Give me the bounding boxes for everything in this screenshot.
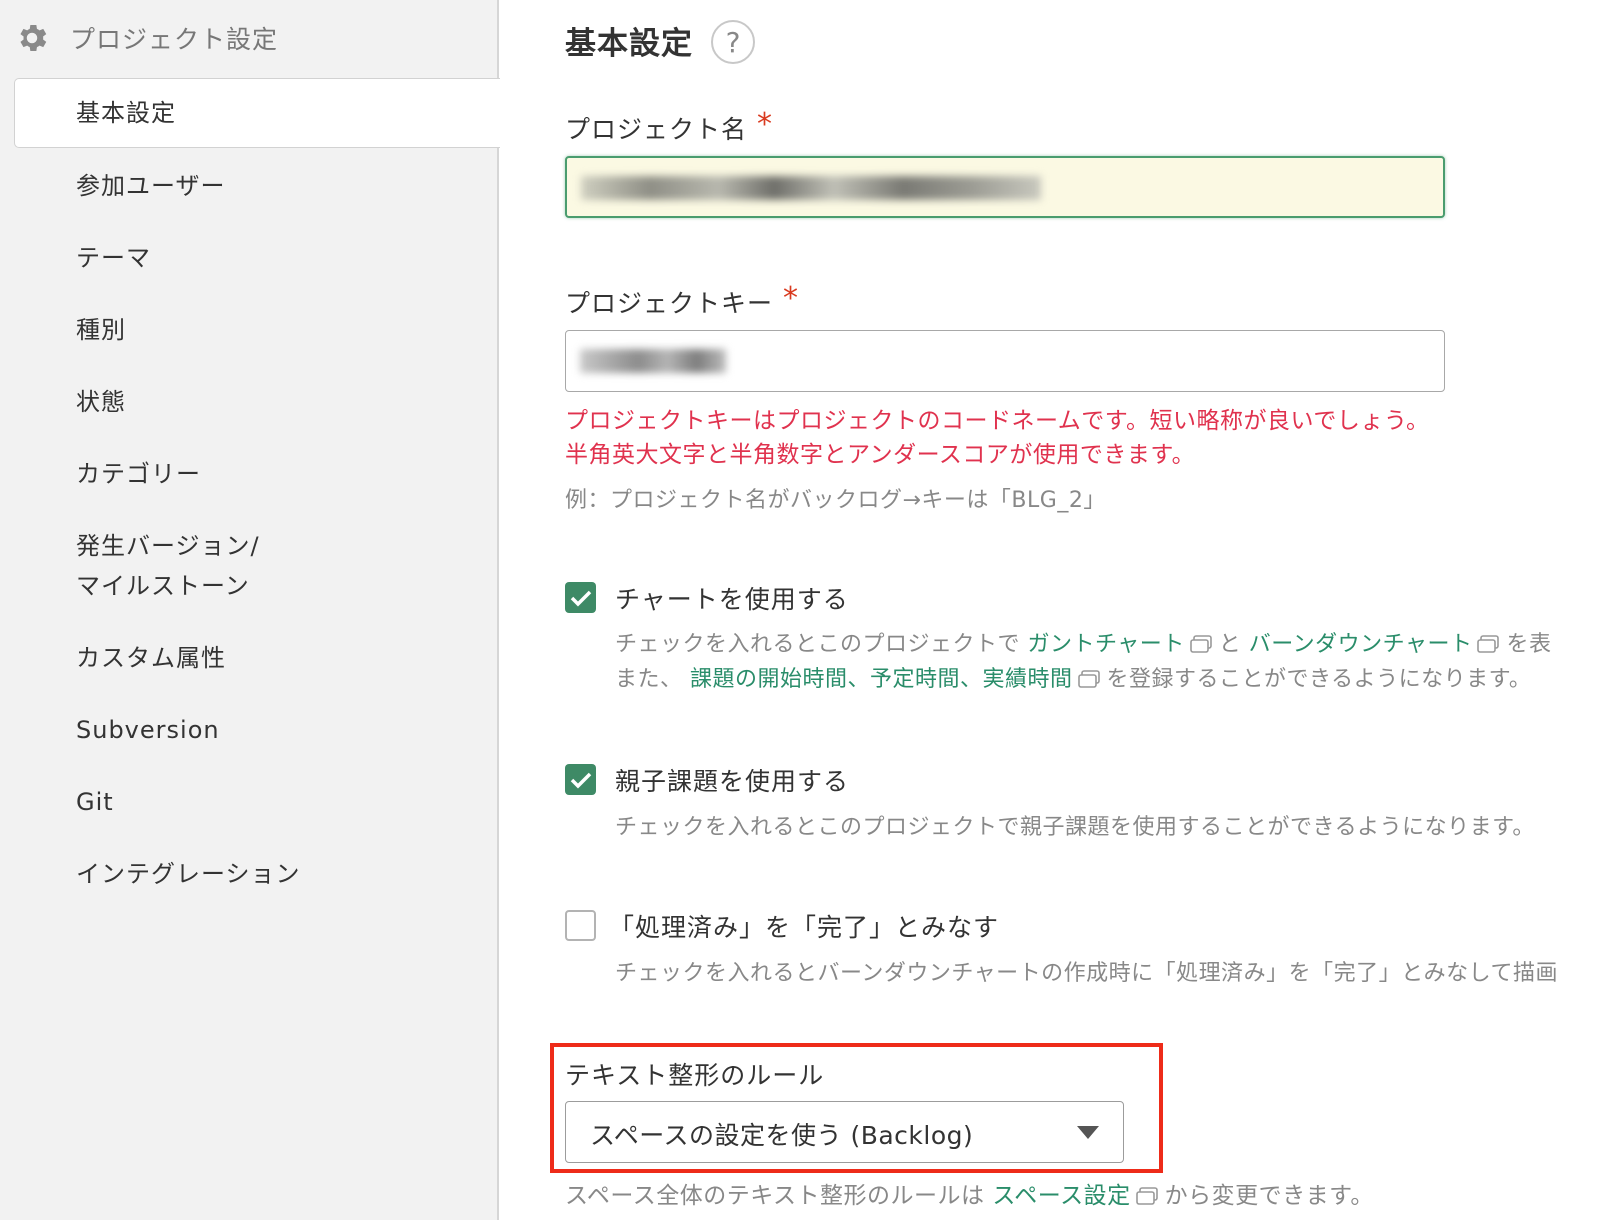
sidebar-title: プロジェクト設定	[70, 25, 279, 54]
sidebar-item-issue-types[interactable]: 種別	[76, 310, 126, 350]
redacted-project-key	[580, 349, 726, 373]
page-title: 基本設定	[565, 26, 693, 62]
required-mark: *	[757, 107, 774, 142]
chart-option-label: チャートを使用する	[615, 585, 849, 614]
check-icon	[570, 772, 591, 788]
sidebar-item-versions[interactable]: 発生バージョン/ マイルストーン	[76, 526, 260, 606]
sidebar-item-versions-line2: マイルストーン	[76, 572, 250, 600]
text-format-label: テキスト整形のルール	[565, 1061, 825, 1090]
main-content: 基本設定 ? プロジェクト名 * プロジェクトキー * プロジェクトキーはプロジェク…	[550, 0, 1614, 1220]
redacted-project-name	[581, 176, 1041, 200]
parent-child-checkbox[interactable]	[565, 764, 596, 795]
sidebar-item-custom-fields[interactable]: カスタム属性	[76, 638, 226, 678]
resolved-as-done-label: 「処理済み」を「完了」とみなす	[609, 913, 1000, 942]
help-icon[interactable]: ?	[711, 20, 755, 64]
space-settings-link[interactable]: スペース設定	[992, 1183, 1130, 1209]
external-window-icon	[1135, 1187, 1158, 1205]
sidebar-item-basic-settings[interactable]: 基本設定	[14, 78, 500, 148]
text-format-select[interactable]: スペースの設定を使う (Backlog)	[565, 1101, 1124, 1163]
sidebar-item-theme[interactable]: テーマ	[76, 238, 151, 278]
sidebar-item-members[interactable]: 参加ユーザー	[76, 166, 226, 206]
resolved-as-done-description: チェックを入れるとバーンダウンチャートの作成時に「処理済み」を「完了」とみなして…	[615, 961, 1559, 986]
chart-option-description: チェックを入れるとこのプロジェクトで ガントチャートと バーンダウンチャート を表…	[615, 632, 1552, 692]
project-key-example: 例：プロジェクト名がバックログ→キーは「BLG_2」	[565, 488, 1106, 513]
project-key-error: プロジェクトキーはプロジェクトのコードネームです。短い略称が良いでしょう。 半角…	[565, 408, 1430, 468]
sidebar-item-git[interactable]: Git	[76, 782, 114, 822]
resolved-as-done-checkbox[interactable]	[565, 910, 596, 941]
sidebar-item-statuses[interactable]: 状態	[76, 382, 126, 422]
sidebar-item-versions-line1: 発生バージョン/	[76, 532, 260, 560]
project-key-label: プロジェクトキー *	[565, 281, 800, 318]
sidebar-item-integration[interactable]: インテグレーション	[76, 854, 301, 894]
dropdown-caret-icon	[1077, 1126, 1099, 1139]
external-window-icon	[1189, 635, 1212, 653]
external-window-icon	[1077, 670, 1100, 688]
parent-child-option-label: 親子課題を使用する	[615, 767, 850, 796]
project-name-label: プロジェクト名 *	[565, 107, 774, 144]
check-icon	[570, 590, 591, 606]
chart-checkbox[interactable]	[565, 582, 596, 613]
gantt-chart-link[interactable]: ガントチャート	[1028, 632, 1185, 657]
project-key-input[interactable]	[565, 330, 1445, 392]
required-mark: *	[783, 281, 800, 316]
project-name-input[interactable]	[565, 156, 1445, 218]
burndown-chart-link[interactable]: バーンダウンチャート	[1249, 632, 1473, 657]
sidebar-header: プロジェクト設定	[14, 20, 278, 56]
gear-icon	[20, 24, 47, 52]
parent-child-option-description: チェックを入れるとこのプロジェクトで親子課題を使用することができるようになります…	[615, 815, 1535, 840]
issue-times-link[interactable]: 課題の開始時間、予定時間、実績時間	[690, 667, 1073, 692]
text-format-note: スペース全体のテキスト整形のルールは スペース設定 から変更できます。	[565, 1183, 1374, 1209]
sidebar-item-subversion[interactable]: Subversion	[76, 710, 220, 750]
text-format-selected-value: スペースの設定を使う (Backlog)	[590, 1121, 974, 1150]
sidebar-item-categories[interactable]: カテゴリー	[76, 454, 201, 494]
sidebar: プロジェクト設定 基本設定 参加ユーザー テーマ 種別 状態 カテゴリー 発生バ…	[0, 0, 500, 1220]
external-window-icon	[1477, 635, 1500, 653]
